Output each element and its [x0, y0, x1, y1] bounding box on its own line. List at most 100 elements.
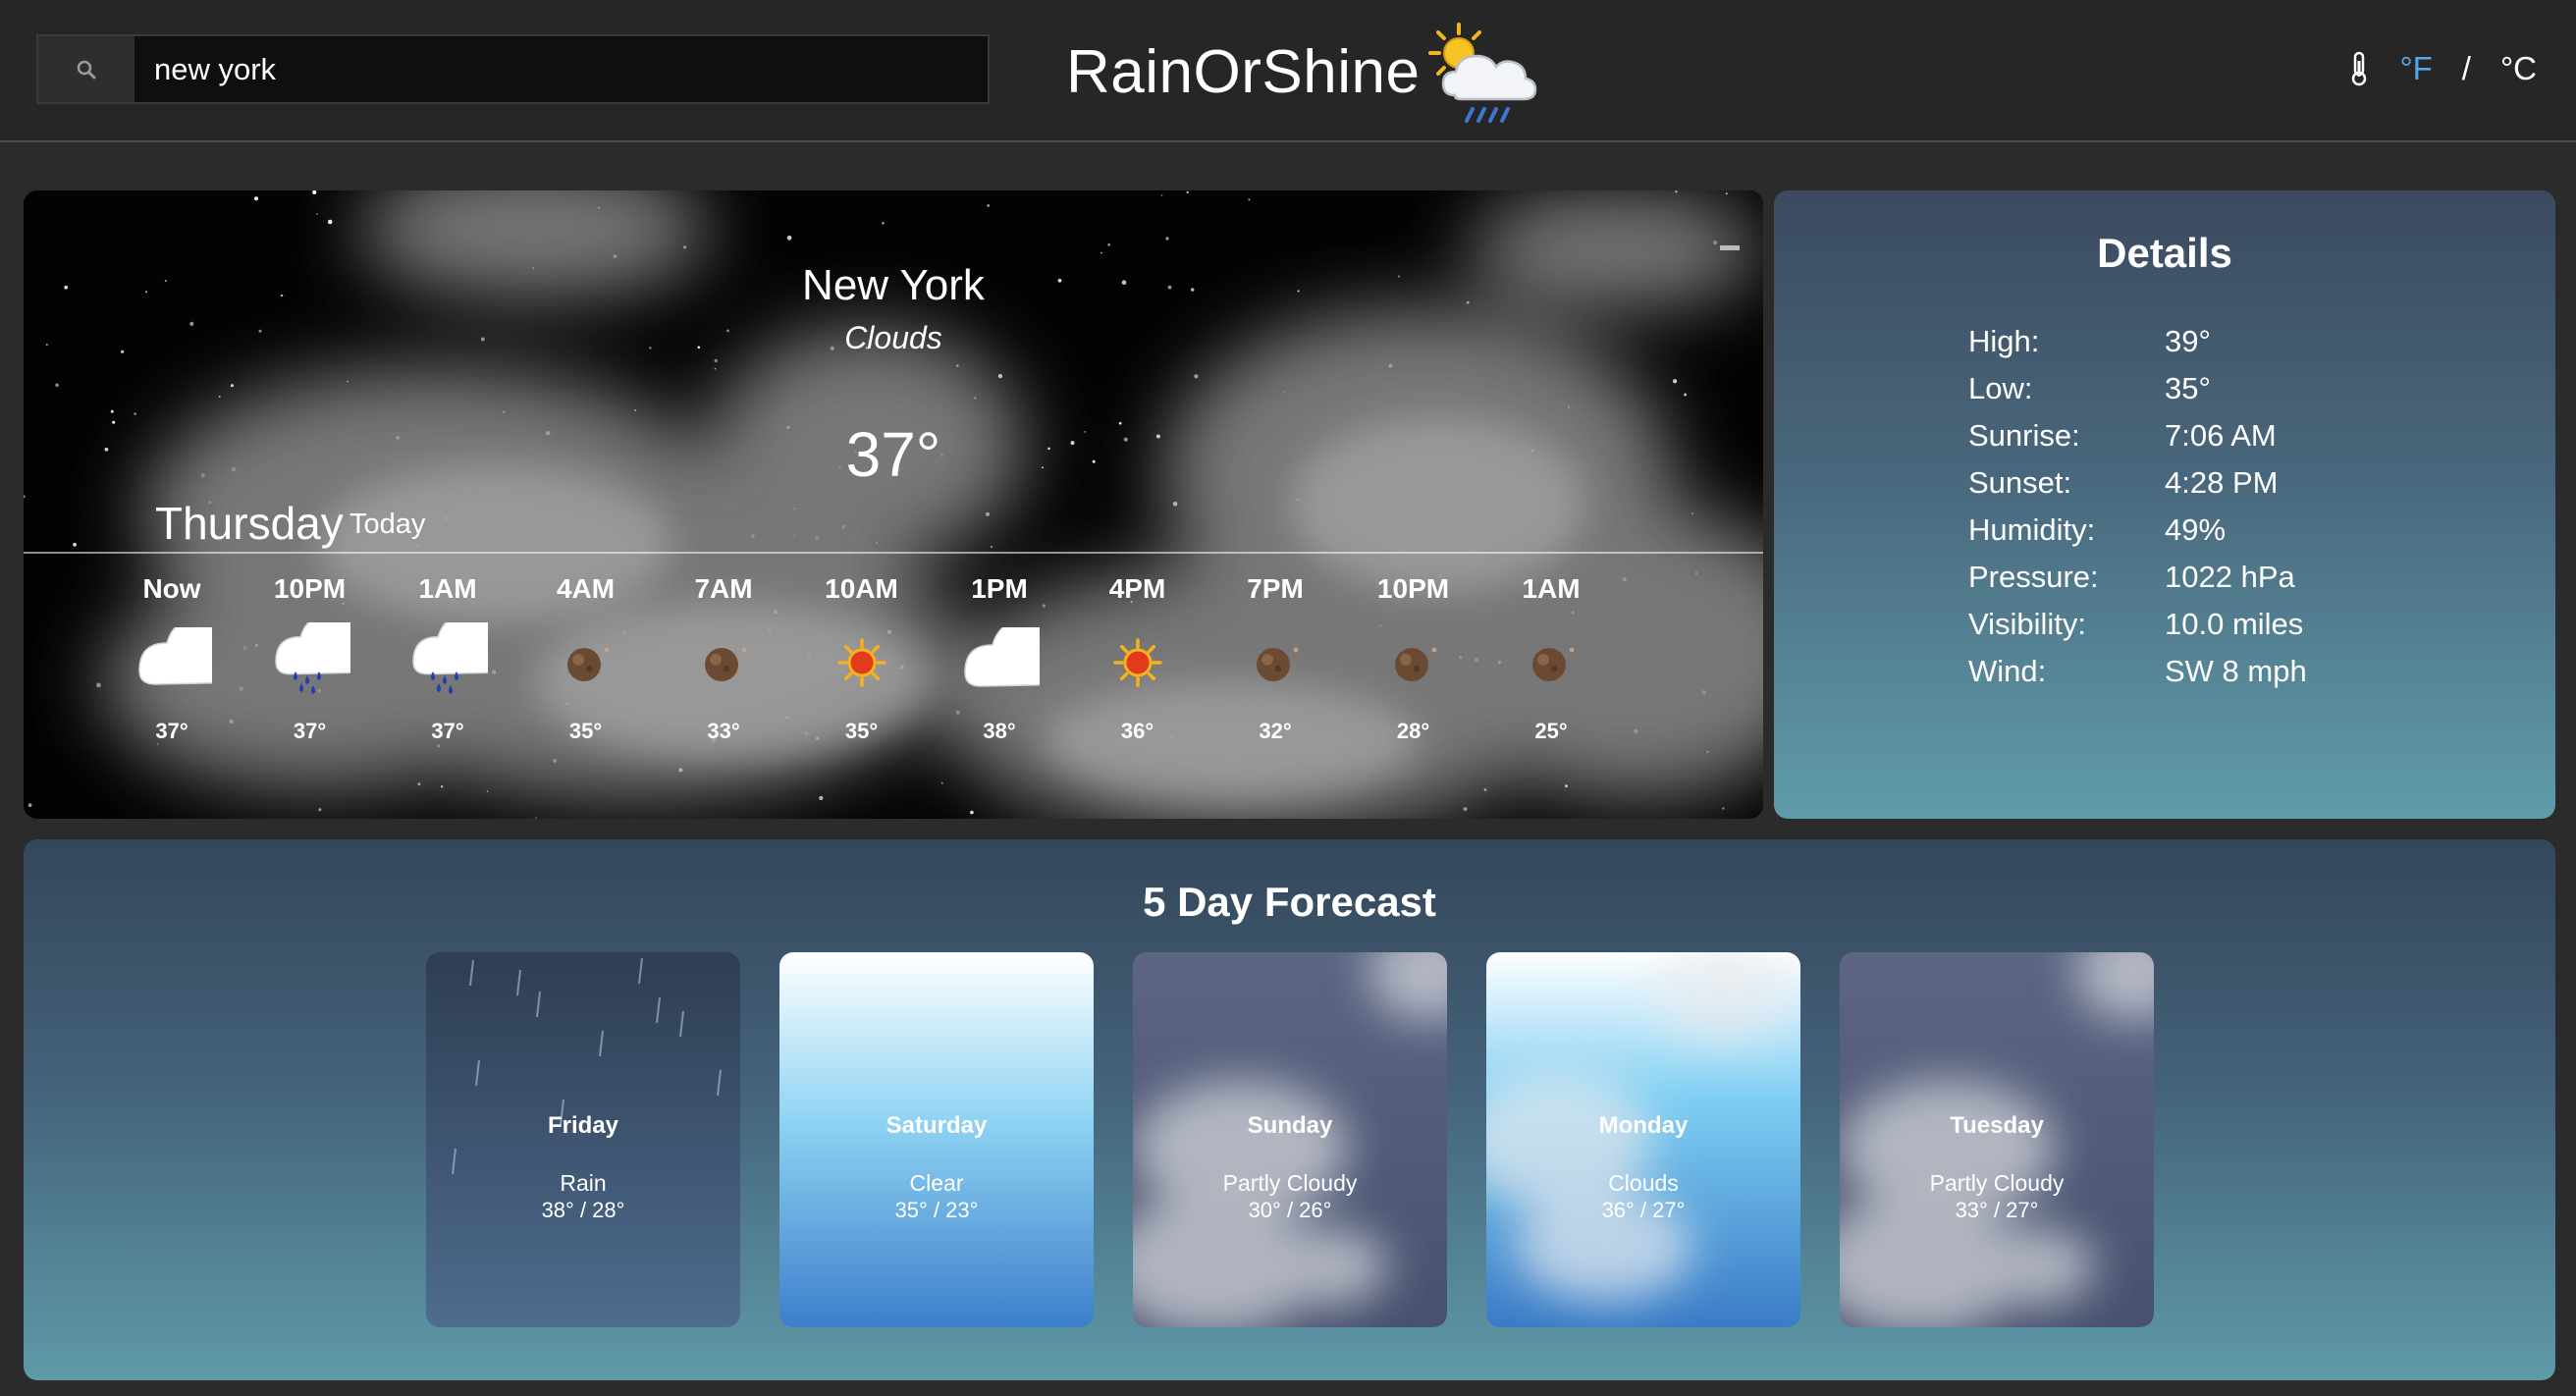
moon-icon — [670, 613, 778, 711]
detail-value: 49% — [2165, 512, 2227, 547]
search-bar — [36, 34, 990, 104]
forecast-card-monday[interactable]: Monday Clouds 36° / 27° — [1486, 952, 1800, 1327]
current-temperature: 37° — [845, 419, 941, 490]
hourly-item: 4AM 35° — [532, 573, 640, 744]
hour-temp: 32° — [1259, 719, 1292, 743]
forecast-temp-range: 33° / 27° — [1955, 1198, 2039, 1222]
detail-label: Sunset: — [1968, 465, 2072, 500]
moon-icon — [1221, 613, 1329, 711]
search-input[interactable] — [134, 36, 988, 102]
forecast-day: Monday — [1598, 1112, 1689, 1139]
hour-temp: 33° — [707, 719, 740, 743]
search-button[interactable] — [38, 36, 134, 102]
forecast-card-tuesday[interactable]: Tuesday Partly Cloudy 33° / 27° — [1840, 952, 2154, 1327]
clear-background — [779, 952, 1094, 1327]
partly-cloudy-background — [1840, 952, 2154, 1327]
forecast-condition: Partly Cloudy — [1222, 1170, 1358, 1196]
collapse-button[interactable] — [1720, 245, 1740, 250]
sun-icon — [1084, 613, 1192, 711]
forecast-temp-range: 36° / 27° — [1601, 1198, 1686, 1222]
hour-time: Now — [142, 573, 201, 604]
forecast-condition: Rain — [560, 1170, 607, 1196]
details-card: Details High: 39° Low: 35° Sunrise: 7:06 AM Su… — [1774, 190, 2555, 819]
rain-moon-icon — [256, 613, 364, 711]
hourly-item: 7AM 33° — [670, 573, 778, 744]
forecast-temp-range: 35° / 23° — [894, 1198, 979, 1222]
divider — [24, 552, 1763, 554]
forecast-condition: Clear — [909, 1170, 964, 1196]
hour-temp: 38° — [983, 719, 1016, 743]
forecast-day: Friday — [547, 1112, 619, 1139]
forecast-condition: Partly Cloudy — [1929, 1170, 2065, 1196]
detail-label: Sunrise: — [1968, 418, 2080, 453]
hour-temp: 25° — [1534, 719, 1568, 743]
detail-value: 1022 hPa — [2165, 560, 2295, 594]
five-day-forecast: 5 Day Forecast Friday Rain 38° / 28° Satur… — [24, 839, 2555, 1380]
search-icon — [77, 60, 96, 79]
partly-sunny-icon — [945, 613, 1053, 711]
detail-value: 39° — [2165, 324, 2211, 358]
app-header: RainOrShine °F / — [0, 0, 2576, 142]
hour-temp: 37° — [293, 719, 327, 743]
forecast-day: Tuesday — [1950, 1112, 2044, 1139]
sun-cloud-rain-logo-icon — [1428, 22, 1537, 123]
forecast-card-saturday[interactable]: Saturday Clear 35° / 23° — [779, 952, 1094, 1327]
moon-icon — [532, 613, 640, 711]
hourly-item: 1AM 25° — [1497, 573, 1605, 744]
moon-icon — [1360, 613, 1468, 711]
celsius-toggle[interactable]: °C — [2500, 50, 2537, 87]
partly-cloudy-background — [1133, 952, 1447, 1327]
hour-time: 4PM — [1108, 573, 1166, 604]
moon-icon — [1497, 613, 1605, 711]
detail-label: Low: — [1968, 371, 2033, 405]
app-title: RainOrShine — [1066, 38, 1421, 106]
forecast-day: Saturday — [886, 1112, 988, 1139]
detail-value: SW 8 mph — [2165, 654, 2307, 688]
rain-moon-icon — [394, 613, 502, 711]
hourly-item: 4PM 36° — [1084, 573, 1192, 744]
details-title: Details — [2097, 230, 2232, 276]
hour-time: 1AM — [1522, 573, 1581, 604]
forecast-card-friday[interactable]: Friday Rain 38° / 28° — [426, 952, 740, 1327]
fahrenheit-toggle[interactable]: °F — [2399, 50, 2432, 87]
hour-temp: 35° — [844, 719, 879, 743]
hourly-item: 1AM 37° — [394, 573, 502, 744]
forecast-temp-range: 30° / 26° — [1248, 1198, 1332, 1222]
current-weather-card: New York Clouds 37° Thursday Today Now 3… — [24, 190, 1763, 819]
today-label: Today — [349, 509, 426, 540]
hourly-item: Now 37° — [118, 573, 226, 744]
current-condition: Clouds — [844, 320, 942, 355]
forecast-card-sunday[interactable]: Sunday Partly Cloudy 30° / 26° — [1133, 952, 1447, 1327]
forecast-condition: Clouds — [1608, 1170, 1679, 1196]
hourly-item: 7PM 32° — [1221, 573, 1329, 744]
hour-temp: 28° — [1396, 719, 1430, 743]
detail-label: Humidity: — [1968, 512, 2096, 547]
detail-value: 35° — [2165, 371, 2211, 405]
hourly-item: 10PM 28° — [1360, 573, 1468, 744]
detail-value: 10.0 miles — [2165, 607, 2304, 641]
detail-label: Wind: — [1968, 654, 2047, 688]
cloud-moon-icon — [118, 613, 226, 711]
hour-time: 1PM — [971, 573, 1028, 604]
hour-time: 7PM — [1247, 573, 1304, 604]
forecast-day: Sunday — [1247, 1112, 1333, 1139]
hour-temp: 37° — [155, 719, 188, 743]
sun-icon — [808, 613, 916, 711]
hour-temp: 35° — [568, 719, 603, 743]
hour-time: 10PM — [1376, 573, 1450, 604]
forecast-temp-range: 38° / 28° — [541, 1198, 625, 1222]
detail-label: High: — [1968, 324, 2040, 358]
hourly-item: 10PM 37° — [256, 573, 364, 744]
rain-background — [426, 952, 740, 1327]
hour-time: 10PM — [273, 573, 347, 604]
detail-label: Visibility: — [1968, 607, 2087, 641]
day-name: Thursday — [155, 498, 344, 549]
unit-separator: / — [2461, 50, 2471, 86]
hour-temp: 36° — [1120, 719, 1154, 743]
detail-value: 7:06 AM — [2165, 418, 2277, 453]
thermometer-icon — [2352, 51, 2367, 86]
brand: RainOrShine — [1066, 16, 1541, 129]
hourly-item: 10AM 35° — [808, 573, 916, 744]
hour-temp: 37° — [431, 719, 464, 743]
forecast-title: 5 Day Forecast — [1143, 879, 1436, 925]
